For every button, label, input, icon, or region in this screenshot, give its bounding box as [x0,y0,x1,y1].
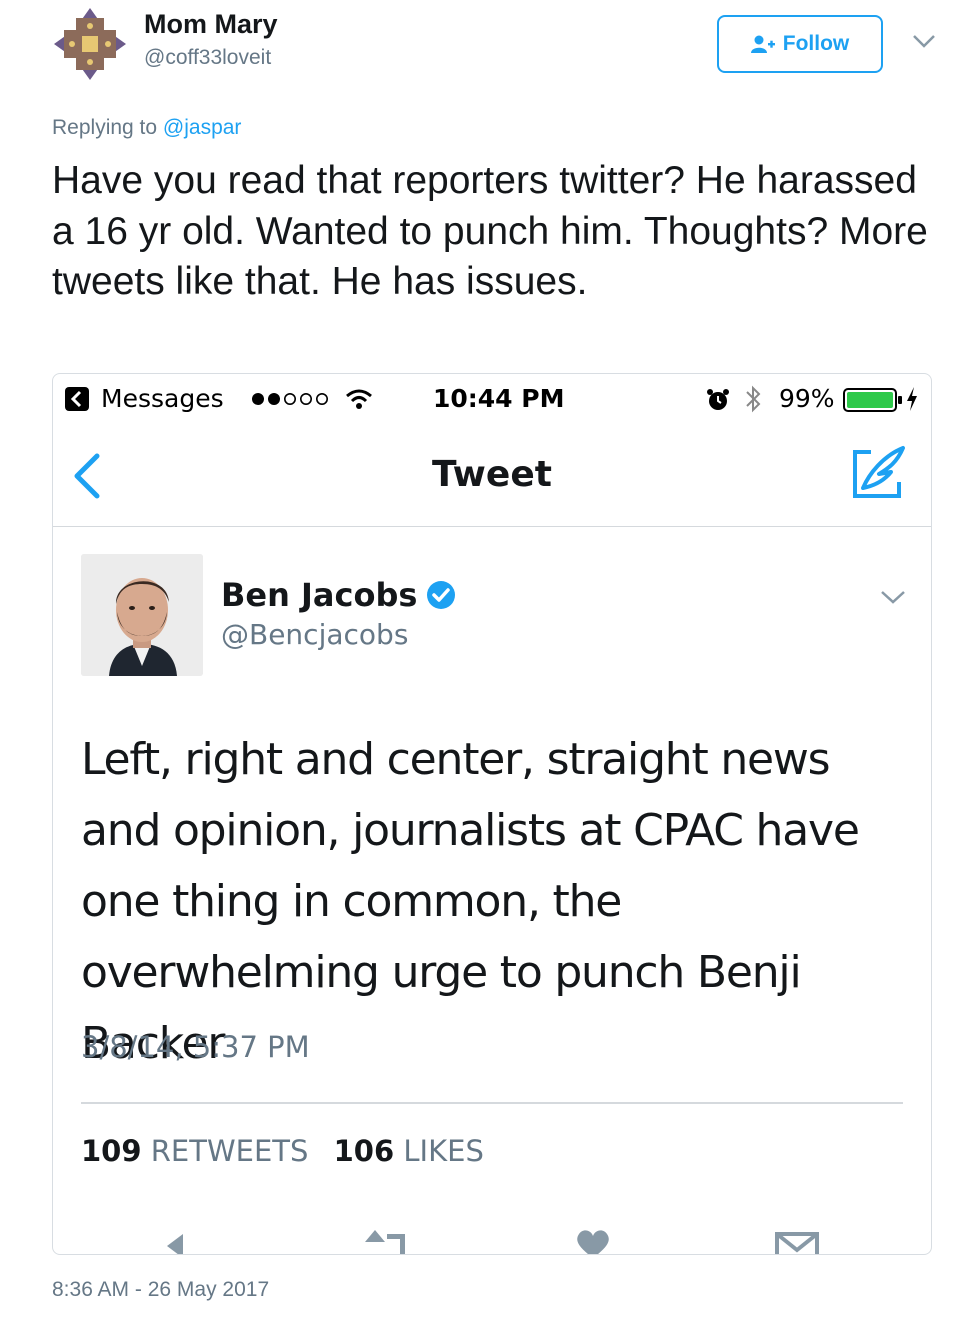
chevron-down-icon[interactable] [911,32,937,50]
follow-label: Follow [782,32,850,55]
avatar[interactable] [52,6,128,82]
charging-bolt-icon [907,387,917,411]
follow-person-icon [750,35,775,53]
wifi-icon [346,389,372,409]
nav-title: Tweet [432,454,552,495]
back-to-app-icon [65,387,89,411]
signal-dots [252,393,329,405]
status-time: 10:44 PM [433,384,565,413]
tweet-stats: 109 RETWEETS 106 LIKES [81,1134,500,1168]
replying-to: Replying to @jaspar [52,116,241,140]
retweets-count[interactable]: 109 [81,1134,142,1168]
replying-mention-link[interactable]: @jaspar [163,116,242,139]
follow-button[interactable]: Follow [717,15,883,73]
likes-count[interactable]: 106 [334,1134,395,1168]
person-photo-icon [81,554,203,676]
nav-bar: Tweet [53,426,931,527]
verified-badge-icon [427,581,456,609]
author-name[interactable]: Ben Jacobs [221,576,457,614]
author-handle[interactable]: @coff33loveit [144,46,271,70]
battery-percent: 99% [779,384,835,413]
action-bar [53,1224,931,1255]
replying-prefix: Replying to [52,116,158,139]
author-name[interactable]: Mom Mary [144,9,278,40]
tweet-timestamp[interactable]: 8:36 AM - 26 May 2017 [52,1278,269,1302]
avatar[interactable] [81,554,203,676]
likes-label[interactable]: LIKES [403,1134,483,1168]
reply-icon[interactable] [163,1224,207,1255]
retweet-icon[interactable] [361,1224,409,1255]
tweet-text: Have you read that reporters twitter? He… [52,159,928,303]
bluetooth-icon [746,385,761,413]
alarm-icon [707,389,729,410]
retweets-label[interactable]: RETWEETS [151,1134,309,1168]
back-app-label: Messages [101,384,224,413]
author-name-text: Ben Jacobs [221,576,418,614]
divider [81,1102,903,1104]
cross-emblem-icon [52,6,128,82]
tweet-date[interactable]: 3/8/14, 5:37 PM [81,1030,310,1064]
like-icon[interactable] [571,1224,615,1255]
author-handle[interactable]: @Bencjacobs [221,618,408,651]
chevron-down-icon[interactable] [879,588,907,606]
embedded-screenshot: Messages 10:44 PM 99% Tweet Ben Jacobs @… [52,373,932,1255]
status-bar: Messages 10:44 PM 99% [53,374,931,426]
tweet-text: Left, right and center, straight news an… [81,734,860,1069]
compose-reply-icon[interactable] [849,444,909,504]
battery-icon [843,388,902,412]
message-icon[interactable] [773,1224,821,1255]
